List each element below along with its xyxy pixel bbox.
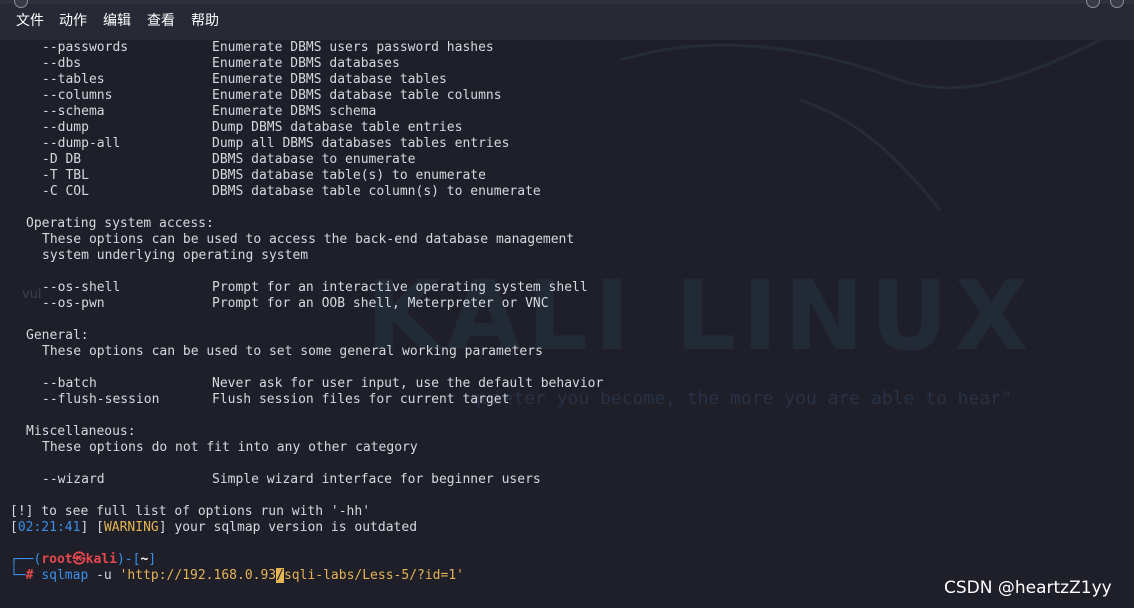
bracket: ] (158, 520, 167, 535)
terminal-output[interactable]: KALI LINUX quieter you become, the more … (0, 40, 1134, 608)
command-name[interactable]: sqlmap (41, 568, 88, 583)
option-flag: --tables (42, 72, 105, 87)
option-flag: --batch (42, 376, 97, 391)
option-desc: Prompt for an OOB shell, Meterpreter or … (212, 296, 549, 311)
command-url-after[interactable]: sqli-labs/Less-5/?id=1' (284, 568, 464, 583)
close-button[interactable] (1110, 0, 1124, 8)
general-desc-1: These options can be used to set some ge… (42, 344, 543, 359)
desktop-icon-label-fragment: vul (22, 287, 42, 302)
option-desc: Enumerate DBMS database tables (212, 72, 447, 87)
option-flag: --os-pwn (42, 296, 105, 311)
kali-dragon-watermark-icon (619, 40, 1101, 211)
option-flag: -C COL (42, 184, 89, 199)
option-desc: Enumerate DBMS databases (212, 56, 400, 71)
prompt-box-corner: ┌──( (10, 552, 42, 567)
option-desc: Simple wizard interface for beginner use… (212, 472, 541, 487)
menu-help[interactable]: 帮助 (191, 12, 219, 30)
prompt-line-1: ┌──(root㉿kali)-[~] (10, 552, 156, 568)
option-desc: Enumerate DBMS users password hashes (212, 40, 494, 55)
option-flag: --dbs (42, 56, 82, 71)
option-flag: -T TBL (42, 168, 89, 183)
option-desc: Flush session files for current target (212, 392, 510, 407)
bracket: [ (10, 520, 18, 535)
option-flag: --dump (42, 120, 89, 135)
text-cursor[interactable]: / (276, 568, 284, 583)
csdn-watermark: CSDN @heartzZ1yy (944, 578, 1112, 598)
warning-tag: WARNING (103, 520, 159, 535)
menu-edit[interactable]: 编辑 (103, 12, 131, 30)
menu-bar: 文件 动作 编辑 查看 帮助 (0, 0, 1134, 40)
option-desc: Dump DBMS database table entries (212, 120, 463, 135)
option-flag: --wizard (42, 472, 105, 487)
option-flag: --flush-session (42, 392, 160, 407)
window-icon[interactable] (14, 0, 28, 8)
option-desc: DBMS database table(s) to enumerate (212, 168, 486, 183)
general-heading: General: (26, 328, 89, 343)
os-access-desc-1: These options can be used to access the … (42, 232, 575, 247)
prompt-host: kali (85, 552, 117, 567)
option-desc: Enumerate DBMS database table columns (212, 88, 502, 103)
option-desc: DBMS database to enumerate (212, 152, 416, 167)
prompt-box-bottom: └─ (10, 568, 26, 583)
option-desc: Never ask for user input, use the defaul… (212, 376, 604, 391)
command-url-before[interactable]: 'http://192.168.0.93 (120, 568, 277, 583)
misc-desc-1: These options do not fit into any other … (42, 440, 418, 455)
prompt-line-2[interactable]: └─# sqlmap -u 'http://192.168.0.93/sqli-… (10, 568, 464, 584)
option-desc: Prompt for an interactive operating syst… (212, 280, 588, 295)
option-flag: -D DB (42, 152, 82, 167)
option-desc: Dump all DBMS databases tables entries (212, 136, 510, 151)
prompt-bracket-end: ] (148, 552, 157, 567)
option-flag: --dump-all (42, 136, 121, 151)
option-flag: --os-shell (42, 280, 121, 295)
timestamp: 02:21:41 (17, 520, 81, 535)
prompt-at-symbol: ㉿ (72, 552, 86, 567)
warning-text: your sqlmap version is outdated (166, 520, 418, 535)
option-desc: DBMS database table column(s) to enumera… (212, 184, 541, 199)
option-flag: --passwords (42, 40, 129, 55)
window-title-strip (0, 0, 1134, 4)
menu-file[interactable]: 文件 (16, 12, 44, 30)
minimize-button[interactable] (1086, 0, 1100, 8)
menu-action[interactable]: 动作 (59, 12, 87, 30)
bracket: ] [ (80, 520, 104, 535)
hint-message: [!] to see full list of options run with… (10, 504, 371, 519)
prompt-user: root (41, 552, 73, 567)
prompt-separator: )-[ (116, 552, 141, 567)
misc-heading: Miscellaneous: (26, 424, 136, 439)
os-access-heading: Operating system access: (26, 216, 214, 231)
option-flag: --schema (42, 104, 105, 119)
option-flag: --columns (42, 88, 113, 103)
warning-message: [02:21:41] [WARNING] your sqlmap version… (10, 520, 417, 536)
command-flag[interactable]: -u (96, 568, 112, 583)
option-desc: Enumerate DBMS schema (212, 104, 377, 119)
menu-view[interactable]: 查看 (147, 12, 175, 30)
os-access-desc-2: system underlying operating system (42, 248, 309, 263)
